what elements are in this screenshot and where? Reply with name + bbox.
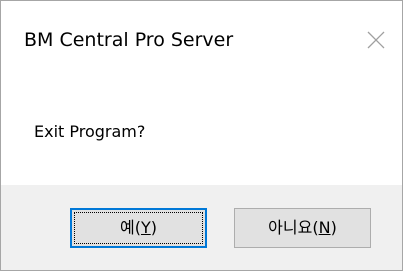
title-bar: BM Central Pro Server [1, 1, 402, 85]
close-icon [367, 31, 385, 49]
message-dialog: BM Central Pro Server Exit Program? 예(Y)… [0, 0, 403, 271]
no-button-label: 아니요(N) [268, 218, 337, 237]
close-button[interactable] [361, 25, 391, 55]
yes-mnemonic: Y [140, 218, 151, 237]
dialog-message: Exit Program? [34, 122, 146, 141]
no-mnemonic: N [318, 218, 331, 237]
dialog-content: Exit Program? [1, 85, 402, 185]
yes-button[interactable]: 예(Y) [70, 208, 207, 248]
window-title: BM Central Pro Server [24, 29, 234, 51]
button-bar: 예(Y) 아니요(N) [1, 185, 402, 270]
no-button[interactable]: 아니요(N) [234, 208, 371, 248]
yes-button-label: 예(Y) [119, 218, 157, 237]
